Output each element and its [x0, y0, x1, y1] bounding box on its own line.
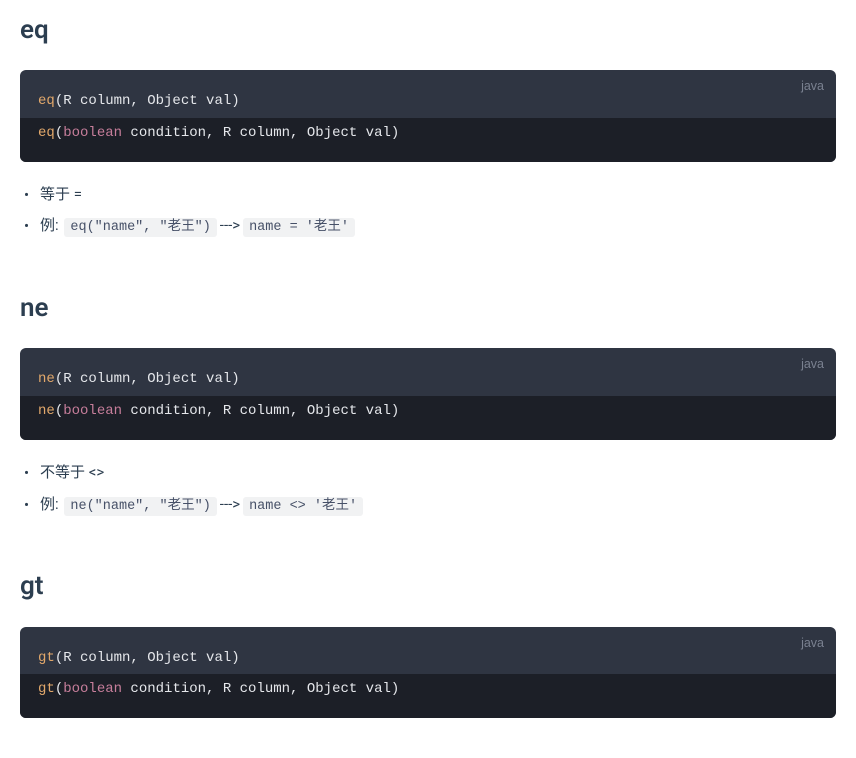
arrow-icon: ---> — [220, 216, 240, 234]
example-code-input: eq("name", "老王") — [64, 218, 216, 237]
doc-root: eqjavaeq(R column, Object val)eq(boolean… — [20, 8, 836, 718]
arrow-icon: ---> — [220, 495, 240, 513]
code-token-method: gt — [38, 681, 55, 697]
code-line: gt(R column, Object val) — [20, 627, 836, 675]
list-item: 例: eq("name", "老王")--->name = '老王' — [24, 213, 836, 240]
code-line: ne(boolean condition, R column, Object v… — [20, 396, 836, 440]
code-token-keyword: boolean — [63, 125, 122, 141]
code-token-plain: condition, R column, Object val) — [122, 125, 399, 141]
code-line: ne(R column, Object val) — [20, 348, 836, 396]
code-line: eq(boolean condition, R column, Object v… — [20, 118, 836, 162]
code-token-plain: ( — [55, 681, 63, 697]
code-lang-label: java — [801, 633, 824, 654]
code-token-keyword: boolean — [63, 403, 122, 419]
code-line: gt(boolean condition, R column, Object v… — [20, 674, 836, 718]
code-token-method: ne — [38, 371, 55, 387]
code-block-ne: javane(R column, Object val)ne(boolean c… — [20, 348, 836, 440]
example-code-output: name = '老王' — [243, 218, 355, 237]
code-token-plain: condition, R column, Object val) — [122, 681, 399, 697]
code-token-plain: (R column, Object val) — [55, 371, 240, 387]
code-line: eq(R column, Object val) — [20, 70, 836, 118]
code-block-gt: javagt(R column, Object val)gt(boolean c… — [20, 627, 836, 719]
list-item: 等于 = — [24, 182, 836, 208]
list-text: 等于 = — [40, 185, 82, 203]
code-token-method: ne — [38, 403, 55, 419]
code-token-plain: condition, R column, Object val) — [122, 403, 399, 419]
code-token-method: gt — [38, 650, 55, 666]
code-token-plain: (R column, Object val) — [55, 93, 240, 109]
section-heading-gt: gt — [20, 564, 836, 608]
code-token-keyword: boolean — [63, 681, 122, 697]
code-token-method: eq — [38, 93, 55, 109]
example-code-output: name <> '老王' — [243, 497, 363, 516]
code-lang-label: java — [801, 354, 824, 375]
code-block-eq: javaeq(R column, Object val)eq(boolean c… — [20, 70, 836, 162]
description-list-eq: 等于 = 例: eq("name", "老王")--->name = '老王' — [20, 182, 836, 240]
section-heading-eq: eq — [20, 8, 836, 52]
example-label: 例: — [40, 216, 59, 234]
example-label: 例: — [40, 495, 59, 513]
list-item: 例: ne("name", "老王")--->name <> '老王' — [24, 492, 836, 519]
list-item: 不等于 <> — [24, 460, 836, 486]
code-token-plain: ( — [55, 125, 63, 141]
section-heading-ne: ne — [20, 286, 836, 330]
code-token-plain: ( — [55, 403, 63, 419]
code-lang-label: java — [801, 76, 824, 97]
example-code-input: ne("name", "老王") — [64, 497, 216, 516]
list-text: 不等于 <> — [40, 463, 104, 481]
code-token-plain: (R column, Object val) — [55, 650, 240, 666]
description-list-ne: 不等于 <> 例: ne("name", "老王")--->name <> '老王… — [20, 460, 836, 518]
code-token-method: eq — [38, 125, 55, 141]
